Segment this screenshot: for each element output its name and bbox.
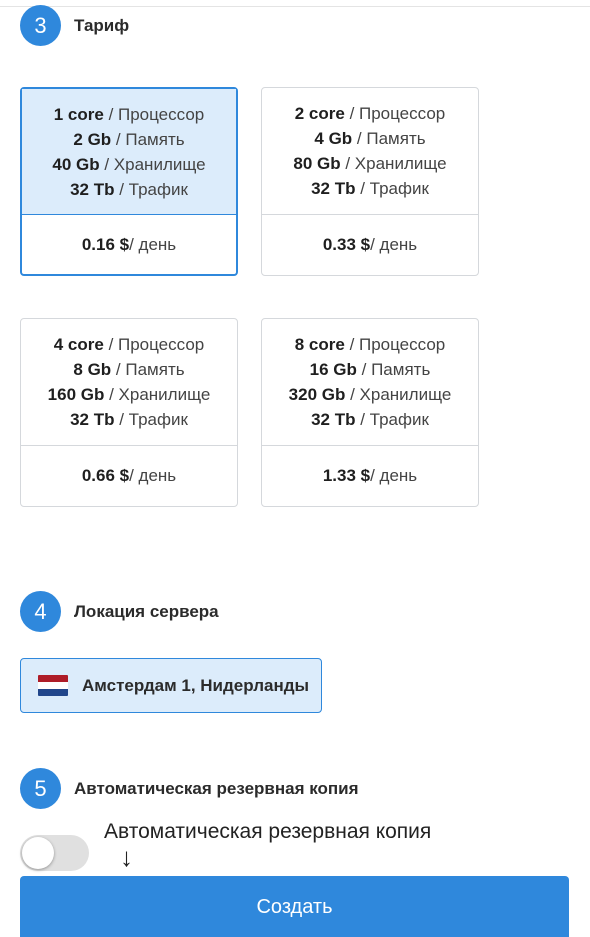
storage-value: 40 Gb [52,154,100,174]
plan-price: 0.16 $ / день [22,215,236,274]
step-title: Локация сервера [74,601,219,621]
ram-value: 4 Gb [314,129,353,148]
price-label: / день [370,235,418,254]
arrow-down-icon: ↓ [120,842,133,872]
plan-cpu: 1 core / Процессор [54,102,205,127]
step-tariff-header: 3 Тариф [20,5,129,46]
price-value: 0.16 $ [81,234,130,254]
price-value: 0.33 $ [322,235,371,254]
cpu-label: / Процессор [344,104,446,123]
ram-value: 2 Gb [73,129,112,149]
ram-value: 16 Gb [309,360,357,379]
storage-label: / Хранилище [340,154,447,173]
location-label: Амстердам 1, Нидерланды [82,675,310,695]
backup-annotation-text: Автоматическая резервная копия [104,820,432,843]
plan-card[interactable]: 2 core / Процессор 4 Gb / Память 80 Gb /… [261,87,479,276]
traffic-label: / Трафик [114,179,188,199]
cpu-label: / Процессор [103,335,205,354]
plan-specs: 2 core / Процессор 4 Gb / Память 80 Gb /… [262,88,478,214]
traffic-label: / Трафик [114,410,188,429]
price-label: / день [370,466,418,485]
storage-value: 160 Gb [47,385,105,404]
plan-traffic: 32 Tb / Трафик [70,407,188,432]
storage-value: 80 Gb [293,154,341,173]
cpu-label: / Процессор [103,104,205,124]
storage-label: / Хранилище [345,385,452,404]
plan-traffic: 32 Tb / Трафик [311,176,429,201]
cpu-value: 4 core [53,335,104,354]
plan-card[interactable]: 8 core / Процессор 16 Gb / Память 320 Gb… [261,318,479,507]
traffic-label: / Трафик [355,179,429,198]
price-value: 1.33 $ [322,466,371,485]
cpu-value: 8 core [294,335,345,354]
plan-ram: 2 Gb / Память [73,127,184,152]
traffic-value: 32 Tb [70,179,115,199]
backup-toggle[interactable] [20,835,89,871]
server-order-form: 3 Тариф 1 core / Процессор 2 Gb / Память… [0,0,590,937]
price-label: / день [129,466,177,485]
plan-storage: 160 Gb / Хранилище [48,382,211,407]
traffic-value: 32 Tb [311,410,356,429]
cpu-label: / Процессор [344,335,446,354]
step-title: Тариф [74,15,130,35]
storage-label: / Хранилище [99,154,206,174]
plan-ram: 4 Gb / Память [314,126,425,151]
ram-value: 8 Gb [73,360,112,379]
plan-specs: 8 core / Процессор 16 Gb / Память 320 Gb… [262,319,478,445]
plan-storage: 80 Gb / Хранилище [293,151,446,176]
toggle-knob [22,837,54,869]
plan-price: 0.33 $ / день [262,215,478,275]
step-backup-header: 5 Автоматическая резервная копия [20,768,359,809]
plan-traffic: 32 Tb / Трафик [311,407,429,432]
cpu-value: 1 core [53,104,104,124]
ram-label: / Память [352,129,426,148]
traffic-value: 32 Tb [70,410,115,429]
step-number-badge: 4 [20,591,61,632]
plan-storage: 320 Gb / Хранилище [289,382,452,407]
plan-traffic: 32 Tb / Трафик [70,177,188,202]
price-value: 0.66 $ [81,466,130,485]
plan-cpu: 4 core / Процессор [54,332,205,357]
ram-label: / Память [111,129,185,149]
plan-card[interactable]: 1 core / Процессор 2 Gb / Память 40 Gb /… [20,87,238,276]
step-number-badge: 3 [20,5,61,46]
step-title: Автоматическая резервная копия [74,778,359,798]
ram-label: / Память [356,360,431,379]
storage-label: / Хранилище [104,385,211,404]
plan-storage: 40 Gb / Хранилище [52,152,205,177]
traffic-value: 32 Tb [311,179,356,198]
traffic-label: / Трафик [355,410,429,429]
step-number-badge: 5 [20,768,61,809]
step-location-header: 4 Локация сервера [20,591,219,632]
storage-value: 320 Gb [288,385,346,404]
location-option-amsterdam[interactable]: Амстердам 1, Нидерланды [20,658,322,713]
create-button[interactable]: Создать [20,876,569,937]
plan-card[interactable]: 4 core / Процессор 8 Gb / Память 160 Gb … [20,318,238,507]
plan-cpu: 2 core / Процессор [295,101,446,126]
plan-specs: 1 core / Процессор 2 Gb / Память 40 Gb /… [22,89,236,214]
plan-ram: 8 Gb / Память [73,357,184,382]
plan-specs: 4 core / Процессор 8 Gb / Память 160 Gb … [21,319,237,445]
ram-label: / Память [111,360,185,379]
plan-ram: 16 Gb / Память [310,357,431,382]
cpu-value: 2 core [294,104,345,123]
plan-price: 0.66 $ / день [21,446,237,506]
price-label: / день [129,234,177,254]
plan-price: 1.33 $ / день [262,446,478,506]
netherlands-flag-icon [38,675,68,696]
plan-cpu: 8 core / Процессор [295,332,446,357]
